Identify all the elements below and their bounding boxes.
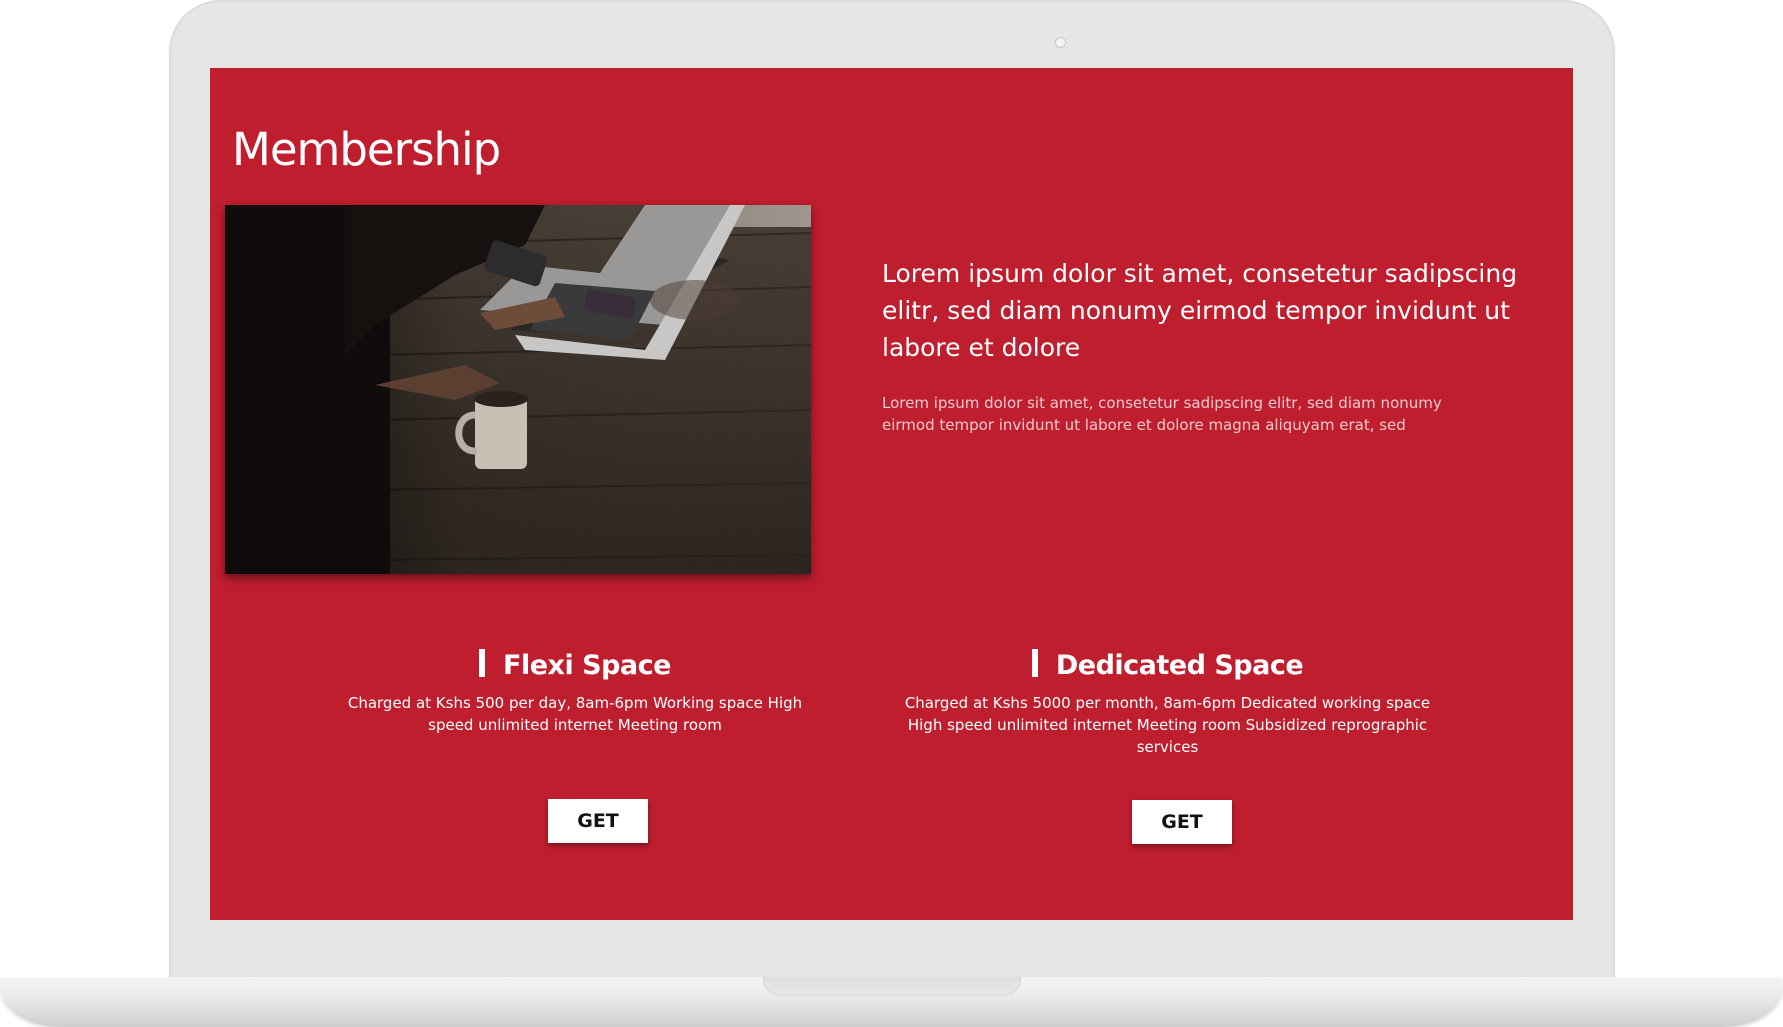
laptop-work-photo — [225, 205, 811, 574]
plan-description: Charged at Kshs 500 per day, 8am-6pm Wor… — [347, 694, 803, 734]
accent-bar — [1031, 649, 1038, 677]
intro-lead-text: Lorem ipsum dolor sit amet, consetetur s… — [882, 259, 1518, 362]
plan-title: Flexi Space — [325, 648, 825, 684]
plan-card-flexi: Flexi Space Charged at Kshs 500 per day,… — [325, 648, 825, 736]
membership-section: Membership Lorem ipsum dolor sit amet, c… — [210, 68, 1573, 920]
laptop-notch — [763, 977, 1021, 996]
get-flexi-button[interactable]: GET — [548, 799, 648, 843]
plan-card-dedicated: Dedicated Space Charged at Kshs 5000 per… — [890, 648, 1445, 758]
plan-title-text: Flexi Space — [503, 650, 671, 681]
camera-icon — [1055, 37, 1066, 48]
plan-title-text: Dedicated Space — [1055, 650, 1304, 681]
get-dedicated-button[interactable]: GET — [1132, 800, 1232, 844]
laptop-mockup: Membership Lorem ipsum dolor sit amet, c… — [0, 0, 1783, 1027]
page-title: Membership — [232, 123, 501, 176]
intro-sub-text: Lorem ipsum dolor sit amet, consetetur s… — [882, 394, 1442, 434]
plan-title: Dedicated Space — [890, 648, 1445, 684]
accent-bar — [479, 649, 486, 677]
plan-description: Charged at Kshs 5000 per month, 8am-6pm … — [904, 694, 1431, 756]
